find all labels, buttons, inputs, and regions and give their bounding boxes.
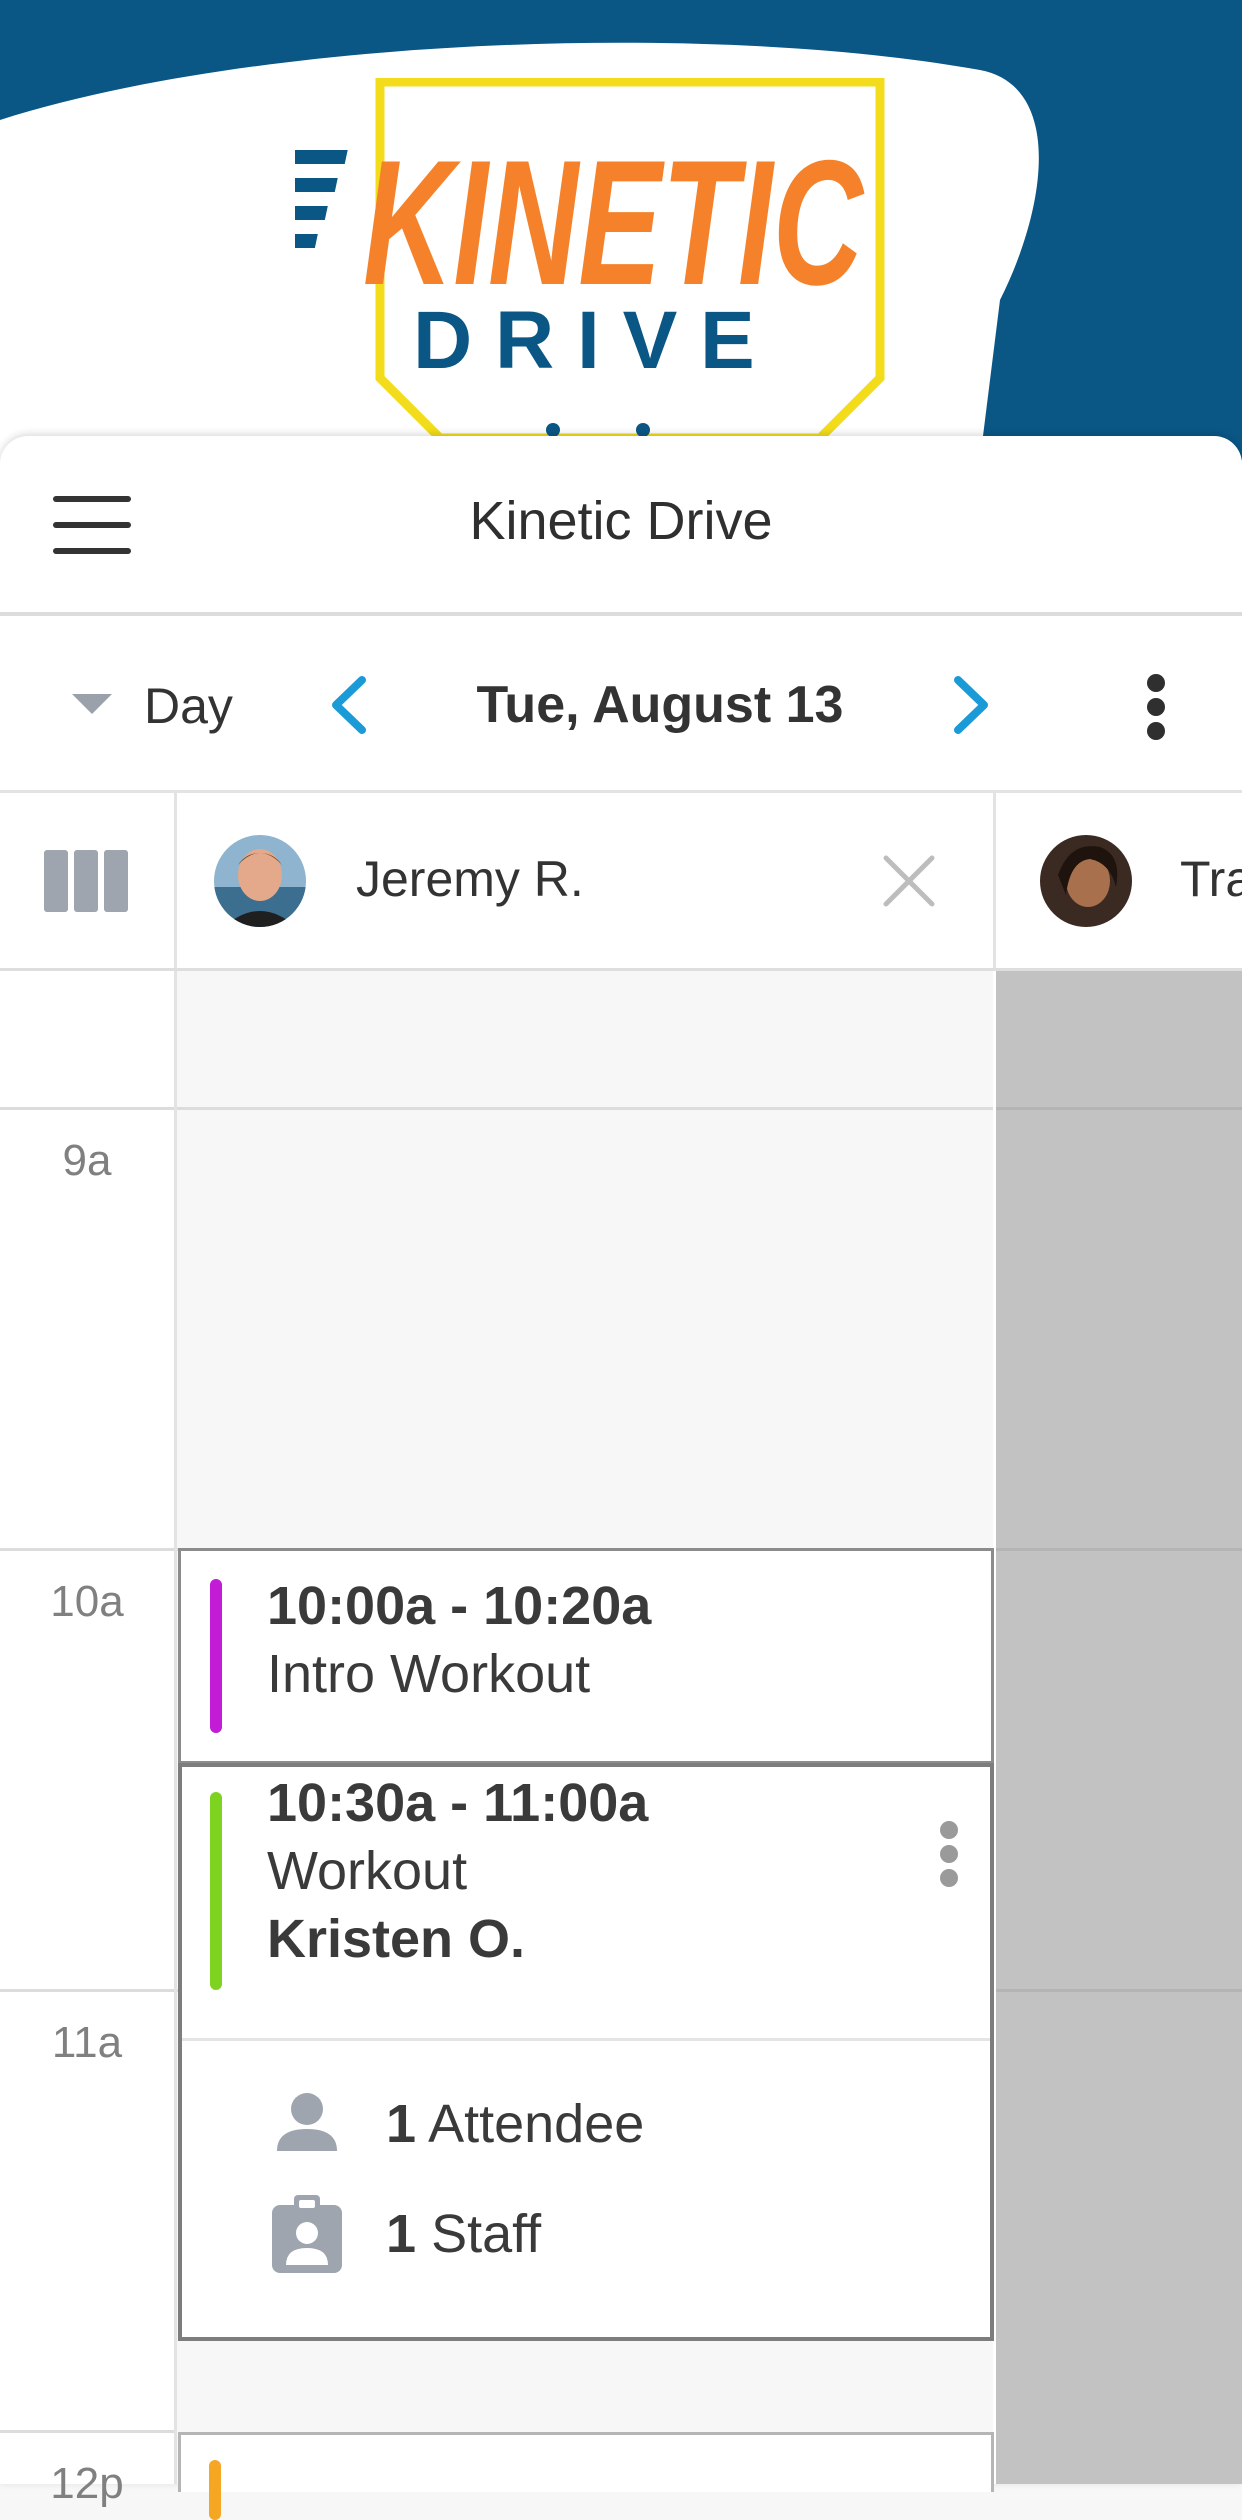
hour-label: 12p (50, 2459, 124, 2508)
column-divider (993, 793, 996, 970)
event-client-name: Kristen O. (267, 1909, 526, 1969)
svg-text:D R I V E: D R I V E (413, 295, 755, 386)
current-date-label[interactable]: Tue, August 13 (400, 668, 920, 742)
chevron-right-icon (954, 676, 988, 734)
avatar (214, 835, 306, 927)
vertical-dots-icon[interactable] (1138, 670, 1174, 744)
person-icon (277, 2093, 337, 2151)
avatar (1040, 835, 1132, 927)
attendees-label: Attendee (428, 2094, 645, 2154)
brand-header: KINETIC D R I V E (0, 0, 1242, 460)
staff-count: 1 (386, 2204, 417, 2264)
time-gutter: 9a 10a 11a 12p (0, 971, 174, 2508)
hour-label: 10a (50, 1577, 124, 1626)
view-mode-label: Day (144, 678, 233, 734)
close-icon[interactable] (878, 850, 940, 912)
columns-view-icon[interactable] (44, 850, 128, 912)
column-divider (174, 793, 177, 970)
hour-label: 9a (62, 1136, 112, 1185)
appointment-card-expanded[interactable]: 10:30a - 11:00a Workout Kristen O. 1 Att… (178, 1763, 994, 2341)
view-mode-select[interactable]: Day (66, 666, 266, 746)
event-more-icon[interactable] (928, 1821, 968, 1901)
staff-badge-icon (272, 2195, 342, 2273)
staff-label: Staff (431, 2204, 542, 2264)
event-time: 10:30a - 11:00a (267, 1773, 649, 1833)
event-title: Intro Workout (267, 1644, 591, 1704)
attendees-count: 1 (386, 2094, 417, 2154)
event-time: 10:00a - 10:20a (267, 1576, 652, 1636)
chevron-left-icon (332, 676, 366, 734)
resource-name: Jeremy R. (356, 851, 584, 907)
event-color-bar (210, 1792, 222, 1990)
event-color-bar (209, 2460, 221, 2520)
previous-day-button[interactable] (322, 672, 378, 738)
event-color-bar (210, 1579, 222, 1733)
kinetic-drive-logo: KINETIC D R I V E (295, 78, 885, 443)
hamburger-menu-icon[interactable] (50, 492, 134, 558)
event-title: Workout (267, 1841, 468, 1901)
app-title: Kinetic Drive (469, 491, 773, 551)
event-divider (182, 2038, 990, 2041)
resource-name: Tra (1180, 851, 1242, 907)
next-day-button[interactable] (942, 672, 998, 738)
appointment-card[interactable] (178, 2432, 994, 2520)
appointment-card[interactable]: 10:00a - 10:20a Intro Workout (178, 1548, 994, 1764)
resource-column-tra[interactable] (996, 971, 1242, 2484)
svg-text:KINETIC: KINETIC (363, 123, 865, 322)
hour-label: 11a (51, 2018, 123, 2067)
caret-down-icon (72, 694, 112, 714)
